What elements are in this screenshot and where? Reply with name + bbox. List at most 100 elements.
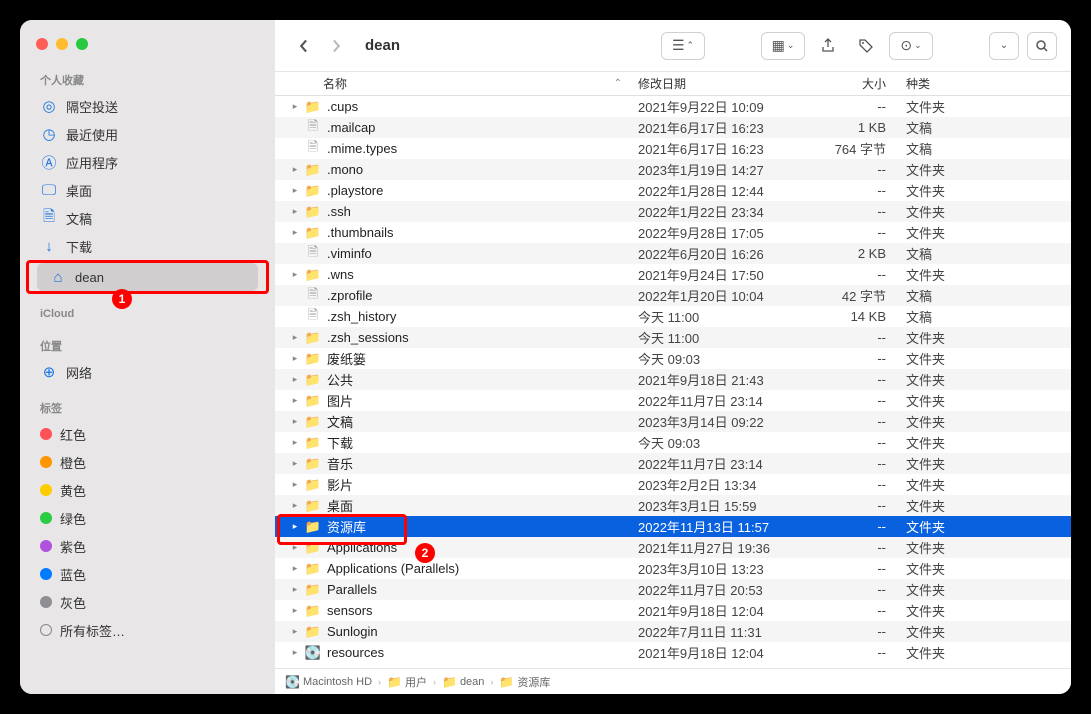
disclosure-icon[interactable]: ▸ [289, 395, 301, 406]
file-row[interactable]: ▸ 📁 Applications (Parallels) 2023年3月10日 … [275, 558, 1071, 579]
view-list-button[interactable]: ☰ ⌃ [661, 32, 705, 60]
forward-button[interactable] [321, 32, 351, 60]
file-row[interactable]: ▸ 📁 Applications 2021年11月27日 19:36 -- 文件… [275, 537, 1071, 558]
sidebar-tags: 标签 红色橙色黄色绿色紫色蓝色灰色所有标签… [20, 396, 275, 644]
column-date[interactable]: 修改日期 [630, 75, 798, 92]
file-row[interactable]: 🗎 .mailcap 2021年6月17日 16:23 1 KB 文稿 [275, 117, 1071, 138]
file-size: -- [798, 603, 898, 618]
path-segment[interactable]: 📁dean [442, 675, 484, 689]
file-row[interactable]: 🗎 .zsh_history 今天 11:00 14 KB 文稿 [275, 306, 1071, 327]
disclosure-icon[interactable]: ▸ [289, 542, 301, 553]
sidebar-item-文稿[interactable]: 🗎文稿 [20, 204, 275, 232]
file-row[interactable]: ▸ 📁 图片 2022年11月7日 23:14 -- 文件夹 [275, 390, 1071, 411]
file-row[interactable]: ▸ 📁 下载 今天 09:03 -- 文件夹 [275, 432, 1071, 453]
disclosure-icon[interactable]: ▸ [289, 227, 301, 238]
file-list[interactable]: ▸ 📁 .cups 2021年9月22日 10:09 -- 文件夹 🗎 .mai… [275, 96, 1071, 668]
file-row[interactable]: ▸ 📁 .thumbnails 2022年9月28日 17:05 -- 文件夹 [275, 222, 1071, 243]
disclosure-icon[interactable]: ▸ [289, 416, 301, 427]
file-date: 2021年9月18日 12:04 [630, 643, 798, 662]
sidebar-item-应用程序[interactable]: Ⓐ应用程序 [20, 148, 275, 176]
group-button[interactable]: ▦ ⌄ [761, 32, 805, 60]
path-segment[interactable]: 💽Macintosh HD [285, 675, 372, 689]
disclosure-icon[interactable]: ▸ [289, 374, 301, 385]
disclosure-icon[interactable]: ▸ [289, 647, 301, 658]
disclosure-icon[interactable]: ▸ [289, 521, 301, 532]
file-row[interactable]: ▸ 📁 .playstore 2022年1月28日 12:44 -- 文件夹 [275, 180, 1071, 201]
back-button[interactable] [289, 32, 319, 60]
disclosure-icon[interactable]: ▸ [289, 269, 301, 280]
file-row[interactable]: 🗎 .viminfo 2022年6月20日 16:26 2 KB 文稿 [275, 243, 1071, 264]
tag-button[interactable] [851, 32, 881, 60]
file-row[interactable]: 🗎 .mime.types 2021年6月17日 16:23 764 字节 文稿 [275, 138, 1071, 159]
dropdown-button[interactable]: ⌄ [989, 32, 1019, 60]
disclosure-icon[interactable]: ▸ [289, 353, 301, 364]
sidebar-item-网络[interactable]: ⊕网络 [20, 358, 275, 386]
sidebar-item-label: 文稿 [66, 209, 92, 228]
file-row[interactable]: ▸ 📁 资源库 2022年11月13日 11:57 -- 文件夹 [275, 516, 1071, 537]
maximize-button[interactable] [76, 38, 88, 50]
sidebar-item-隔空投送[interactable]: ◎隔空投送 [20, 92, 275, 120]
file-row[interactable]: ▸ 📁 .wns 2021年9月24日 17:50 -- 文件夹 [275, 264, 1071, 285]
sidebar-item-label: 绿色 [60, 509, 86, 528]
file-row[interactable]: ▸ 📁 文稿 2023年3月14日 09:22 -- 文件夹 [275, 411, 1071, 432]
disclosure-icon[interactable]: ▸ [289, 437, 301, 448]
file-row[interactable]: ▸ 📁 废纸篓 今天 09:03 -- 文件夹 [275, 348, 1071, 369]
share-button[interactable] [813, 32, 843, 60]
file-row[interactable]: ▸ 📁 sensors 2021年9月18日 12:04 -- 文件夹 [275, 600, 1071, 621]
disclosure-icon[interactable]: ▸ [289, 206, 301, 217]
action-button[interactable]: ⊙ ⌄ [889, 32, 933, 60]
path-segment[interactable]: 📁用户 [387, 674, 427, 690]
column-name[interactable]: 名称⌃ [275, 75, 630, 92]
disclosure-icon[interactable]: ▸ [289, 185, 301, 196]
close-button[interactable] [36, 38, 48, 50]
sidebar-tag-蓝色[interactable]: 蓝色 [20, 560, 275, 588]
disclosure-icon[interactable]: ▸ [289, 626, 301, 637]
file-row[interactable]: ▸ 📁 公共 2021年9月18日 21:43 -- 文件夹 [275, 369, 1071, 390]
sidebar-tag-所有标签…[interactable]: 所有标签… [20, 616, 275, 644]
file-row[interactable]: ▸ 📁 影片 2023年2月2日 13:34 -- 文件夹 [275, 474, 1071, 495]
folder-icon: 📁 [305, 519, 321, 535]
disclosure-icon[interactable]: ▸ [289, 332, 301, 343]
file-date: 2022年6月20日 16:26 [630, 244, 798, 263]
sidebar-item-最近使用[interactable]: ◷最近使用 [20, 120, 275, 148]
file-row[interactable]: ▸ 📁 .mono 2023年1月19日 14:27 -- 文件夹 [275, 159, 1071, 180]
file-name: 下载 [327, 433, 630, 452]
file-date: 2022年11月13日 11:57 [630, 517, 798, 536]
column-kind[interactable]: 种类 [898, 75, 1071, 92]
sidebar-item-dean[interactable]: ⌂dean [37, 263, 258, 291]
disclosure-icon[interactable]: ▸ [289, 164, 301, 175]
sidebar-item-label: 应用程序 [66, 153, 118, 172]
sidebar-tag-绿色[interactable]: 绿色 [20, 504, 275, 532]
column-size[interactable]: 大小 [798, 75, 898, 92]
sidebar-tag-黄色[interactable]: 黄色 [20, 476, 275, 504]
sidebar-tag-橙色[interactable]: 橙色 [20, 448, 275, 476]
sidebar-item-下载[interactable]: ↓下载 [20, 232, 275, 260]
sidebar-tag-红色[interactable]: 红色 [20, 420, 275, 448]
file-row[interactable]: ▸ 📁 音乐 2022年11月7日 23:14 -- 文件夹 [275, 453, 1071, 474]
file-row[interactable]: ▸ 📁 .cups 2021年9月22日 10:09 -- 文件夹 [275, 96, 1071, 117]
minimize-button[interactable] [56, 38, 68, 50]
disclosure-icon[interactable]: ▸ [289, 458, 301, 469]
globe-icon: ⊕ [40, 363, 58, 381]
file-row[interactable]: ▸ 📁 .zsh_sessions 今天 11:00 -- 文件夹 [275, 327, 1071, 348]
tag-dot-icon [40, 428, 52, 440]
path-segment[interactable]: 📁资源库 [499, 674, 550, 690]
disclosure-icon[interactable]: ▸ [289, 563, 301, 574]
disclosure-icon[interactable]: ▸ [289, 101, 301, 112]
disclosure-icon[interactable]: ▸ [289, 605, 301, 616]
file-name: .ssh [327, 204, 630, 219]
file-row[interactable]: ▸ 📁 .ssh 2022年1月22日 23:34 -- 文件夹 [275, 201, 1071, 222]
sidebar-item-label: 黄色 [60, 481, 86, 500]
file-row[interactable]: 🗎 .zprofile 2022年1月20日 10:04 42 字节 文稿 [275, 285, 1071, 306]
file-row[interactable]: ▸ 💽 resources 2021年9月18日 12:04 -- 文件夹 [275, 642, 1071, 663]
sidebar-item-桌面[interactable]: 🖵桌面 [20, 176, 275, 204]
disclosure-icon[interactable]: ▸ [289, 584, 301, 595]
file-row[interactable]: ▸ 📁 Sunlogin 2022年7月11日 11:31 -- 文件夹 [275, 621, 1071, 642]
search-button[interactable] [1027, 32, 1057, 60]
file-row[interactable]: ▸ 📁 Parallels 2022年11月7日 20:53 -- 文件夹 [275, 579, 1071, 600]
disclosure-icon[interactable]: ▸ [289, 479, 301, 490]
sidebar-tag-灰色[interactable]: 灰色 [20, 588, 275, 616]
sidebar-tag-紫色[interactable]: 紫色 [20, 532, 275, 560]
file-row[interactable]: ▸ 📁 桌面 2023年3月1日 15:59 -- 文件夹 [275, 495, 1071, 516]
disclosure-icon[interactable]: ▸ [289, 500, 301, 511]
